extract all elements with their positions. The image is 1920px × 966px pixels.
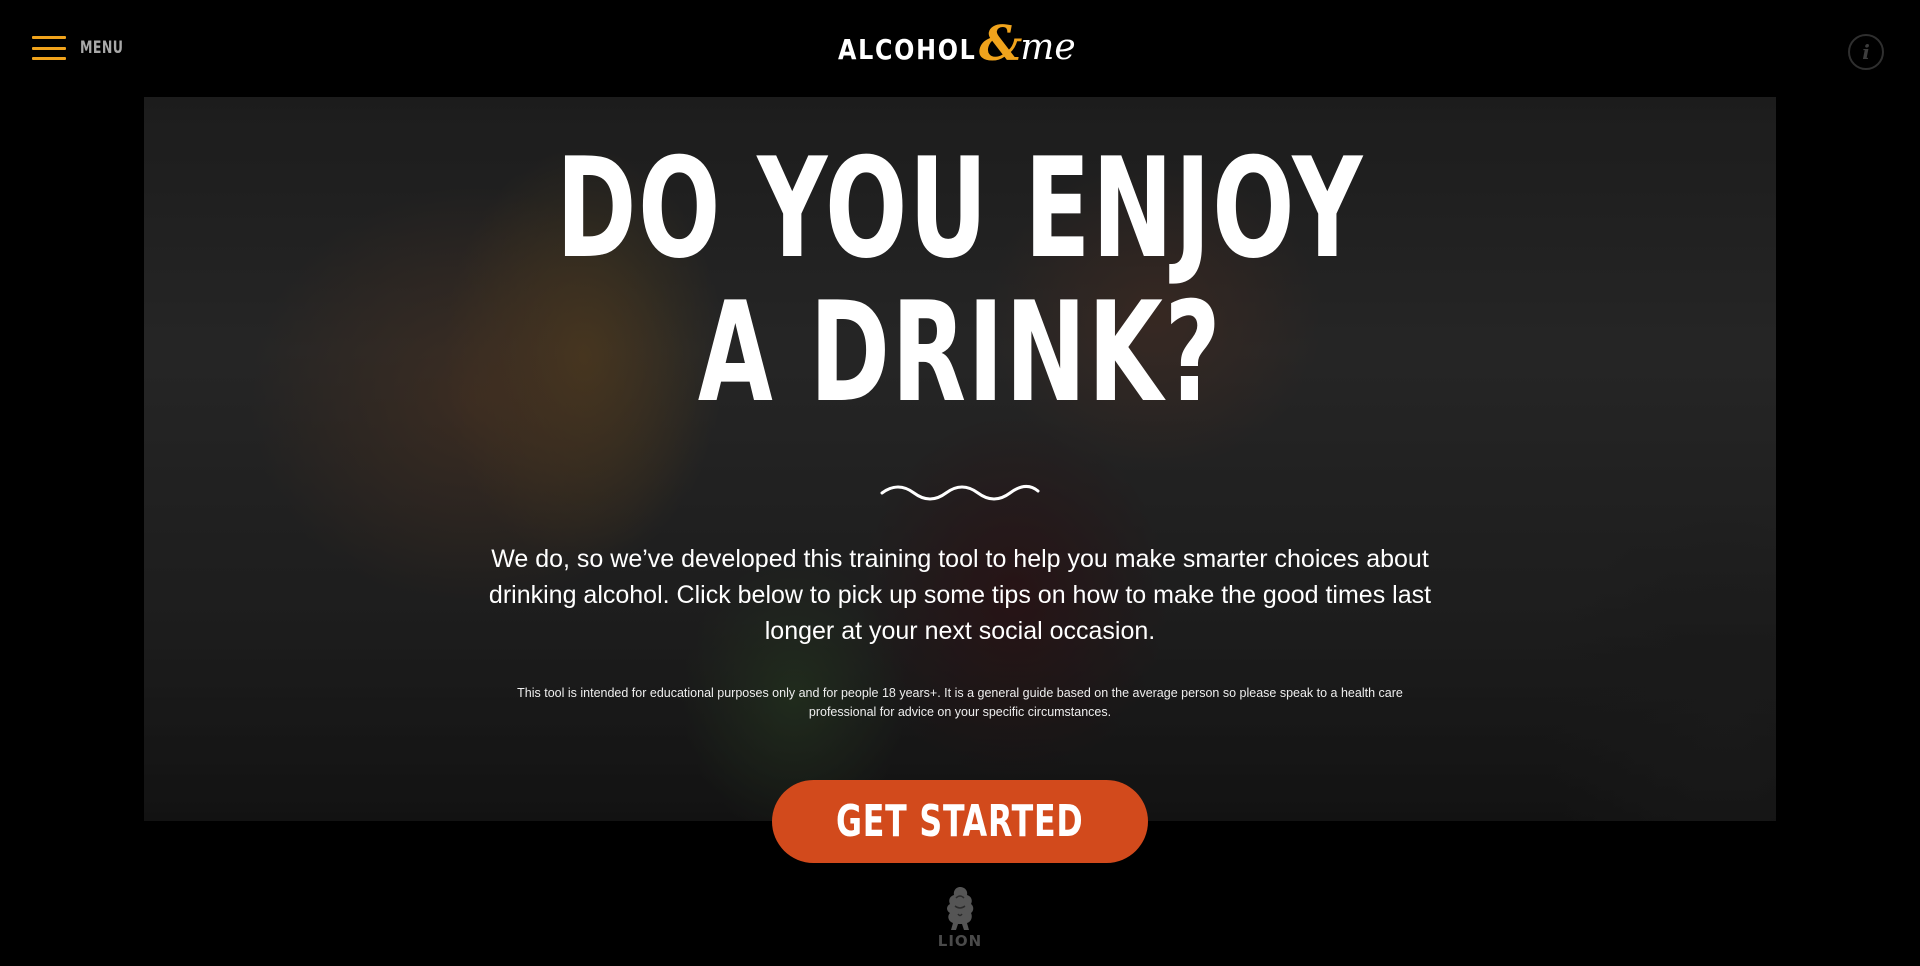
headline-line-2: A DRINK? xyxy=(697,272,1223,433)
hamburger-icon xyxy=(32,36,66,60)
wave-divider xyxy=(880,485,1040,501)
lion-brand-text: LION xyxy=(937,932,983,950)
menu-button[interactable]: MENU xyxy=(32,36,133,60)
headline-line-1: DO YOU ENJOY xyxy=(556,128,1364,289)
hero-banner: DO YOU ENJOY A DRINK? We do, so we’ve de… xyxy=(144,97,1776,821)
logo-ampersand: & xyxy=(978,16,1023,72)
info-button[interactable]: i xyxy=(1848,34,1884,70)
get-started-button[interactable]: GET STARTED xyxy=(772,780,1148,863)
site-logo[interactable]: ALCOHOL & me xyxy=(838,20,1076,68)
info-icon: i xyxy=(1862,40,1870,64)
get-started-label: GET STARTED xyxy=(836,796,1084,847)
hero-headline: DO YOU ENJOY A DRINK? xyxy=(144,137,1776,425)
logo-me: me xyxy=(1020,27,1076,68)
hero-intro-text: We do, so we’ve developed this training … xyxy=(488,545,1432,645)
lion-icon xyxy=(947,887,974,930)
logo-word: ALCOHOL xyxy=(838,33,977,66)
page: MENU ALCOHOL & me i DO YOU ENJOY A DRINK… xyxy=(0,0,1920,966)
lion-logo: LION xyxy=(930,884,990,954)
menu-label: MENU xyxy=(80,38,124,58)
hero-disclaimer: This tool is intended for educational pu… xyxy=(517,686,1403,719)
